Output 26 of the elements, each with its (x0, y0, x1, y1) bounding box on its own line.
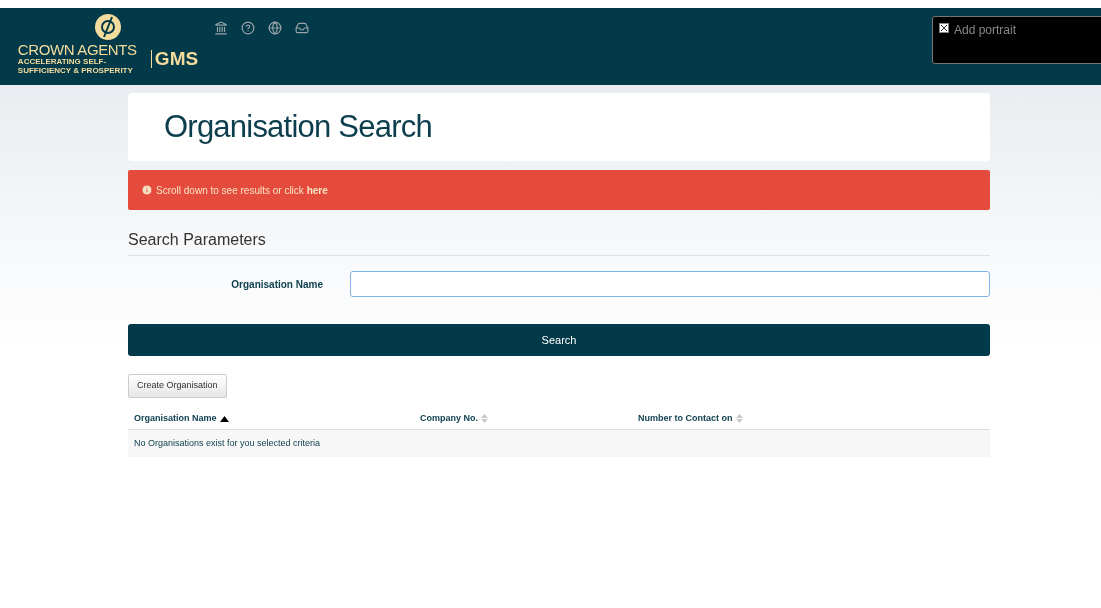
broken-image-icon (939, 23, 949, 33)
sort-ascending-icon (219, 415, 229, 422)
alert-text: Scroll down to see results or click here (156, 183, 328, 198)
logo-name: CROWN AGENTS (17, 42, 137, 57)
logo-icon (95, 14, 121, 40)
column-header[interactable]: Organisation Name (134, 411, 420, 426)
globe-icon[interactable] (268, 21, 282, 35)
inbox-icon[interactable] (295, 21, 309, 35)
sort-icon (735, 414, 743, 423)
sort-icon (481, 414, 488, 423)
logo-tagline: ACCELERATING SELF-SUFFICIENCY & PROSPERITY (17, 57, 134, 75)
empty-message: No Organisations exist for you selected criteria (134, 436, 321, 450)
organisation-name-field[interactable] (350, 271, 990, 297)
bank-icon[interactable] (214, 21, 228, 35)
create-organisation-button[interactable]: Create Organisation (128, 374, 227, 398)
section-heading: Search Parameters (128, 230, 267, 250)
field-label: Organisation Name (230, 277, 323, 292)
help-icon[interactable] (241, 21, 255, 35)
column-header[interactable]: Number to Contact on (638, 411, 984, 426)
info-icon (141, 184, 153, 196)
product-name: GMS (154, 48, 199, 69)
portrait-placeholder[interactable]: Add portrait (932, 16, 1101, 64)
search-button[interactable]: Search (128, 324, 990, 356)
column-header[interactable]: Company No. (420, 411, 638, 426)
portrait-label: Add portrait (954, 22, 1017, 39)
page-title: Organisation Search (164, 107, 432, 146)
